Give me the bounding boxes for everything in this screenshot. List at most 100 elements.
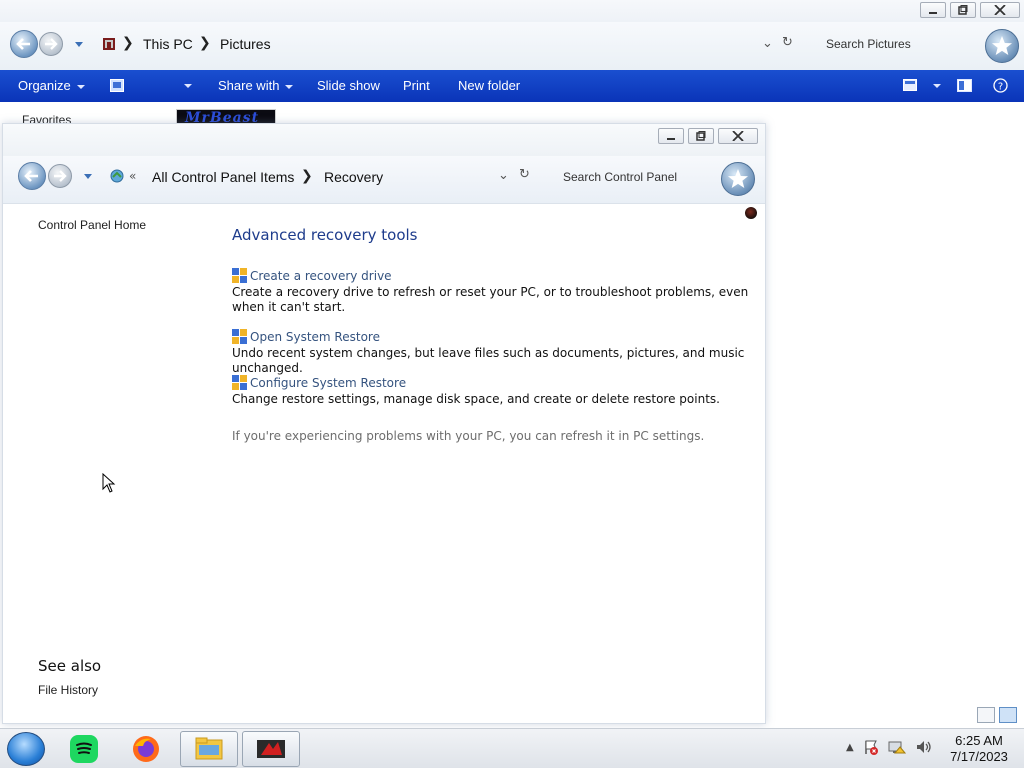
back-arrow-icon [24, 170, 38, 182]
pictures-folder-icon [103, 38, 115, 50]
svg-text:?: ? [998, 82, 1003, 93]
share-with-label: Share with [218, 78, 280, 93]
control-panel-home-link[interactable]: Control Panel Home [38, 218, 146, 232]
open-system-restore-description: Undo recent system changes, but leave fi… [232, 346, 745, 375]
taskbar: ▲ 6:25 AM 7/17/2023 [0, 728, 1024, 768]
configure-system-restore-description: Change restore settings, manage disk spa… [232, 392, 720, 406]
recent-locations-dropdown-icon[interactable] [75, 42, 83, 47]
breadcrumb-this-pc[interactable]: This PC [143, 36, 193, 52]
refresh-icon[interactable]: ↻ [782, 35, 793, 50]
control-panel-icon [110, 169, 124, 183]
favorites-star-icon[interactable] [721, 162, 755, 196]
breadcrumb-separator-icon: ❯ [301, 168, 313, 184]
pictures-back-button[interactable] [10, 30, 38, 58]
new-folder-button[interactable]: New folder [458, 78, 520, 93]
breadcrumb-pictures[interactable]: Pictures [220, 36, 271, 52]
taskbar-file-explorer[interactable] [180, 731, 238, 767]
caret-down-icon [285, 84, 294, 89]
open-system-restore-label: Open System Restore [250, 329, 380, 344]
create-recovery-drive-link[interactable]: Create a recovery drive [232, 268, 757, 283]
pictures-forward-button[interactable] [39, 32, 63, 56]
recovery-address-bar: « All Control Panel Items ❯ Recovery ⌄ ↻… [3, 156, 765, 204]
create-recovery-drive-description: Create a recovery drive to refresh or re… [232, 285, 749, 314]
preview-pane-icon[interactable] [957, 79, 972, 92]
close-icon [732, 131, 744, 141]
recovery-back-button[interactable] [18, 162, 46, 190]
system-tray: ▲ [846, 739, 933, 755]
details-view-button[interactable] [977, 707, 995, 723]
page-title: Advanced recovery tools [232, 226, 418, 244]
configure-system-restore-label: Configure System Restore [250, 375, 407, 390]
recovery-window: « All Control Panel Items ❯ Recovery ⌄ ↻… [2, 123, 766, 724]
pictures-title-bar [0, 0, 1024, 22]
taskbar-mrbeast-app[interactable] [242, 731, 300, 767]
firefox-icon [133, 736, 159, 762]
recovery-content: Control Panel Home Advanced recovery too… [9, 204, 761, 717]
forward-arrow-icon [54, 170, 67, 182]
pictures-close-button[interactable] [980, 2, 1020, 18]
uac-shield-icon [232, 268, 247, 283]
create-recovery-drive-label: Create a recovery drive [250, 268, 392, 283]
pictures-search-input[interactable]: Search Pictures [826, 37, 911, 51]
pictures-address-bar: ❯ This PC ❯ Pictures ⌄ ↻ Search Pictures [0, 22, 1024, 70]
task-create-recovery-drive: Create a recovery drive Create a recover… [232, 268, 757, 315]
caret-down-icon [76, 84, 85, 89]
system-clock[interactable]: 6:25 AM 7/17/2023 [944, 733, 1014, 765]
taskbar-firefox[interactable] [117, 731, 175, 767]
clock-date: 7/17/2023 [950, 749, 1008, 764]
open-with-icon[interactable] [110, 79, 124, 92]
pictures-minimize-button[interactable] [920, 2, 946, 18]
address-history-chevron-icon[interactable]: ⌄ [762, 36, 773, 51]
change-view-icon[interactable] [903, 79, 917, 91]
address-history-chevron-icon[interactable]: ⌄ [498, 168, 509, 183]
favorites-star-icon[interactable] [985, 29, 1019, 63]
breadcrumb-recovery[interactable]: Recovery [324, 169, 383, 185]
refresh-pc-settings-link[interactable]: If you're experiencing problems with you… [232, 429, 704, 443]
view-toggle [977, 707, 1017, 723]
restore-icon [958, 5, 968, 15]
network-icon[interactable] [888, 739, 906, 755]
share-with-button[interactable]: Share with [218, 78, 294, 93]
help-icon[interactable]: ? [993, 78, 1008, 93]
recovery-restore-button[interactable] [688, 128, 714, 144]
show-hidden-icons-icon[interactable]: ▲ [846, 742, 854, 753]
file-history-link[interactable]: File History [38, 683, 98, 697]
slide-show-button[interactable]: Slide show [317, 78, 380, 93]
star-icon [728, 169, 748, 188]
recovery-close-button[interactable] [718, 128, 758, 144]
action-center-flag-icon[interactable] [863, 739, 879, 755]
configure-system-restore-link[interactable]: Configure System Restore [232, 375, 757, 390]
pictures-restore-button[interactable] [950, 2, 976, 18]
recovery-minimize-button[interactable] [658, 128, 684, 144]
mouse-cursor-icon [102, 473, 116, 493]
refresh-icon[interactable]: ↻ [519, 167, 530, 182]
restore-icon [696, 131, 706, 141]
taskbar-spotify[interactable] [55, 731, 113, 767]
minimize-icon [929, 12, 937, 14]
breadcrumb-all-control-panel-items[interactable]: All Control Panel Items [152, 169, 294, 185]
minimize-icon [667, 138, 675, 140]
view-options-caret-icon[interactable] [933, 84, 941, 88]
control-panel-search-input[interactable]: Search Control Panel [563, 170, 677, 184]
uac-shield-icon [232, 375, 247, 390]
clock-time: 6:25 AM [955, 733, 1003, 748]
see-also-heading: See also [38, 657, 102, 675]
close-icon [994, 5, 1006, 15]
pictures-command-bar: Organize Share with Slide show Print New… [0, 70, 1024, 102]
forward-arrow-icon [45, 38, 58, 50]
uac-shield-icon [232, 329, 247, 344]
overflow-chevron-icon[interactable]: « [129, 169, 136, 183]
open-system-restore-link[interactable]: Open System Restore [232, 329, 757, 344]
task-open-system-restore: Open System Restore Undo recent system c… [232, 329, 757, 376]
recovery-forward-button[interactable] [48, 164, 72, 188]
organize-button[interactable]: Organize [18, 78, 85, 93]
organize-label: Organize [18, 78, 71, 93]
user-avatar-icon [745, 207, 757, 219]
volume-icon[interactable] [915, 739, 933, 755]
print-button[interactable]: Print [403, 78, 430, 93]
breadcrumb-separator-icon: ❯ [122, 35, 134, 51]
start-button[interactable] [7, 732, 45, 766]
large-icons-view-button[interactable] [999, 707, 1017, 723]
recent-pages-dropdown-icon[interactable] [84, 174, 92, 179]
open-with-caret-icon[interactable] [184, 84, 192, 88]
